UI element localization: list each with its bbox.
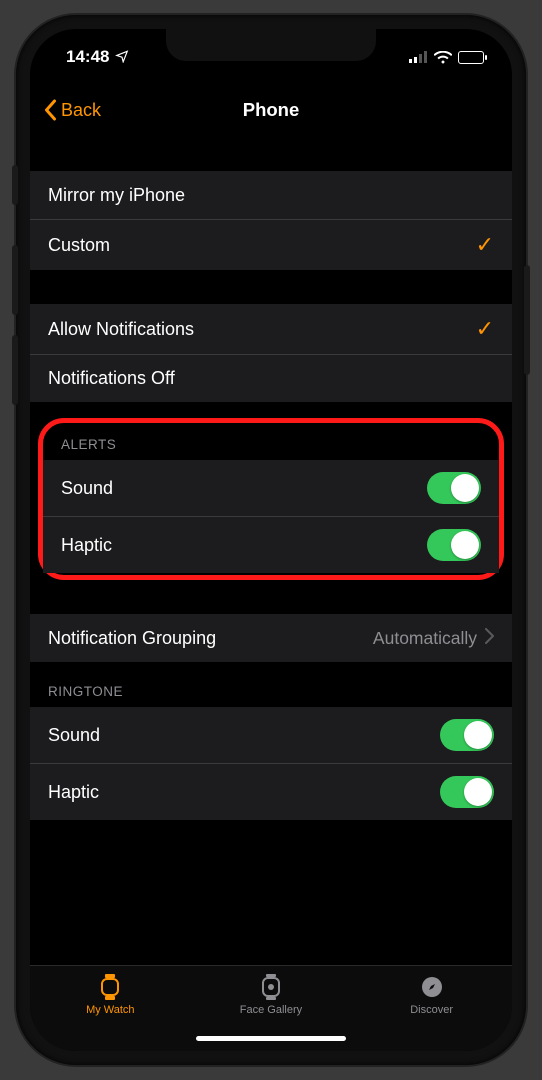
row-label: Sound — [48, 725, 100, 746]
row-label: Custom — [48, 235, 110, 256]
custom-row[interactable]: Custom ✓ — [30, 219, 512, 270]
notch — [166, 29, 376, 61]
row-label: Mirror my iPhone — [48, 185, 185, 206]
back-label: Back — [61, 100, 101, 121]
tab-my-watch[interactable]: My Watch — [31, 974, 190, 1016]
ringtone-header: Ringtone — [30, 662, 512, 707]
face-gallery-icon — [258, 974, 284, 1000]
watch-icon — [97, 974, 123, 1000]
location-icon — [115, 49, 129, 66]
alerts-sound-row[interactable]: Sound — [43, 460, 499, 516]
chevron-left-icon — [44, 99, 57, 121]
checkmark-icon: ✓ — [476, 316, 494, 342]
ringtone-sound-toggle[interactable] — [440, 719, 494, 751]
notification-grouping-row[interactable]: Notification Grouping Automatically — [30, 614, 512, 662]
tab-face-gallery[interactable]: Face Gallery — [191, 974, 350, 1016]
battery-icon — [458, 51, 484, 64]
side-button — [524, 265, 530, 375]
alerts-sound-toggle[interactable] — [427, 472, 481, 504]
row-label: Haptic — [61, 535, 112, 556]
content-area: Mirror my iPhone Custom ✓ Allow Notifica… — [30, 135, 512, 965]
ringtone-haptic-row[interactable]: Haptic — [30, 763, 512, 820]
alerts-haptic-row[interactable]: Haptic — [43, 516, 499, 573]
chevron-right-icon — [485, 628, 494, 649]
tab-label: Face Gallery — [240, 1004, 302, 1016]
cellular-icon — [409, 51, 428, 63]
nav-header: Back Phone — [30, 85, 512, 135]
allow-notifications-row[interactable]: Allow Notifications ✓ — [30, 304, 512, 354]
home-indicator[interactable] — [196, 1036, 346, 1041]
ringtone-haptic-toggle[interactable] — [440, 776, 494, 808]
row-label: Haptic — [48, 782, 99, 803]
mirror-group: Mirror my iPhone Custom ✓ — [30, 171, 512, 270]
notifications-off-row[interactable]: Notifications Off — [30, 354, 512, 402]
alerts-highlight: Alerts Sound Haptic — [38, 418, 504, 580]
tab-discover[interactable]: Discover — [352, 974, 511, 1016]
grouping-group: Notification Grouping Automatically — [30, 614, 512, 662]
row-label: Sound — [61, 478, 113, 499]
row-label: Notifications Off — [48, 368, 175, 389]
back-button[interactable]: Back — [44, 99, 101, 121]
compass-icon — [419, 974, 445, 1000]
page-title: Phone — [243, 99, 300, 121]
side-button — [12, 165, 18, 205]
row-label: Notification Grouping — [48, 628, 216, 649]
mirror-iphone-row[interactable]: Mirror my iPhone — [30, 171, 512, 219]
side-button — [12, 245, 18, 315]
row-label: Allow Notifications — [48, 319, 194, 340]
checkmark-icon: ✓ — [476, 232, 494, 258]
notifications-group: Allow Notifications ✓ Notifications Off — [30, 304, 512, 402]
grouping-value: Automatically — [373, 628, 477, 649]
tab-label: Discover — [410, 1004, 453, 1016]
status-time: 14:48 — [66, 47, 109, 67]
tab-label: My Watch — [86, 1004, 135, 1016]
wifi-icon — [434, 51, 452, 64]
ringtone-sound-row[interactable]: Sound — [30, 707, 512, 763]
alerts-group: Sound Haptic — [43, 460, 499, 573]
device-frame: 14:48 Back Phone — [16, 15, 526, 1065]
ringtone-group: Sound Haptic — [30, 707, 512, 820]
alerts-haptic-toggle[interactable] — [427, 529, 481, 561]
side-button — [12, 335, 18, 405]
screen: 14:48 Back Phone — [30, 29, 512, 1051]
alerts-header: Alerts — [43, 423, 499, 460]
